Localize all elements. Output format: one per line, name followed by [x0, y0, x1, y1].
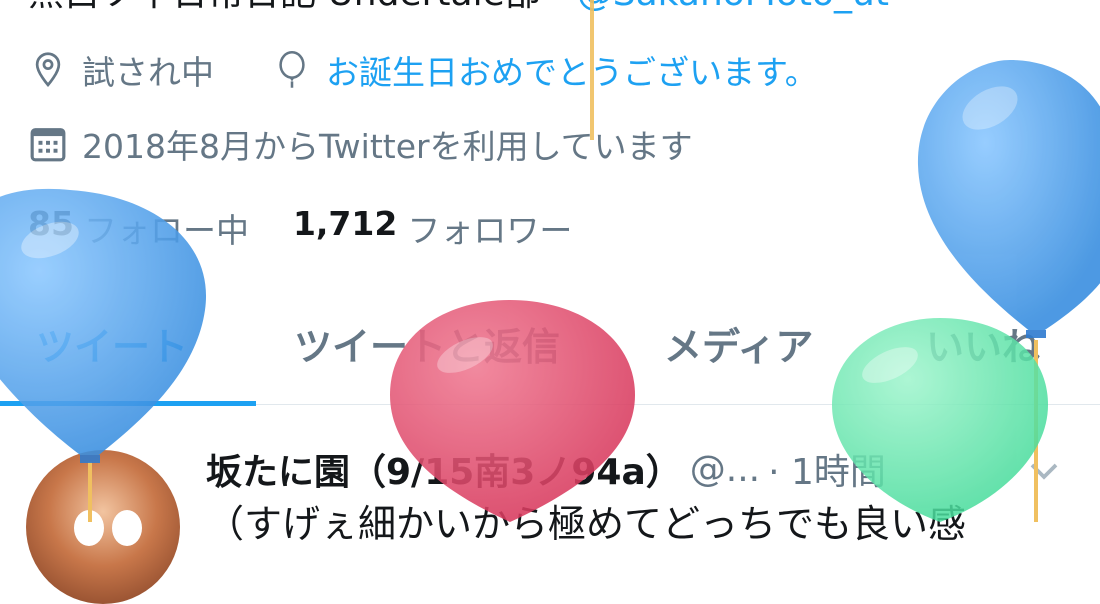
- calendar-icon: [28, 124, 68, 164]
- birthday-link[interactable]: お誕生日おめでとうございます。: [326, 46, 818, 94]
- profile-tabs: ツイート ツイートと返信 メディア いいね: [0, 300, 1100, 406]
- bio-partial: 黒白ソ不日常日記 Undertale部・: [28, 0, 577, 14]
- tweet-timestamp[interactable]: · 1時間: [768, 443, 886, 495]
- tweet-text: （すげぇ細かいから極めてどっちでも良い感: [206, 502, 967, 546]
- location-pin-icon: [28, 50, 68, 90]
- bio-mention-link[interactable]: @SakanoMoto_ut: [577, 0, 889, 14]
- following-count[interactable]: 85: [28, 204, 74, 252]
- location-text: 試され中: [82, 53, 214, 92]
- bio-text: 黒白ソ不日常日記 Undertale部・@SakanoMoto_ut: [28, 0, 1098, 18]
- chevron-down-icon[interactable]: [1026, 453, 1062, 489]
- followers-count[interactable]: 1,712: [293, 204, 397, 252]
- tweet-item[interactable]: 坂たに園（9/15南3ノ94a） @... · 1時間 （すげぇ細かいから極めて…: [0, 405, 1100, 604]
- profile-meta-row: 試され中 お誕生日おめでとうございます。: [28, 46, 818, 94]
- joined-row: 2018年8月からTwitterを利用しています: [28, 120, 693, 168]
- followers-label[interactable]: フォロワー: [407, 204, 572, 252]
- tweet-header: 坂たに園（9/15南3ノ94a） @... · 1時間: [206, 443, 886, 495]
- blue-balloon-right: [917, 60, 1100, 338]
- tweet-author-name[interactable]: 坂たに園（9/15南3ノ94a）: [206, 443, 682, 495]
- joined-text: 2018年8月からTwitterを利用しています: [82, 127, 693, 166]
- avatar[interactable]: [26, 450, 180, 604]
- tab-tweets-replies[interactable]: ツイートと返信: [294, 316, 560, 371]
- follow-stats: 85 フォロー中 1,712 フォロワー: [28, 204, 572, 252]
- balloon-icon: [272, 50, 312, 90]
- tab-media[interactable]: メディア: [664, 316, 813, 371]
- tab-likes[interactable]: いいね: [926, 316, 1040, 371]
- tab-tweets[interactable]: ツイート: [36, 316, 188, 371]
- following-label[interactable]: フォロー中: [84, 204, 249, 252]
- tweet-author-handle[interactable]: @...: [690, 449, 760, 490]
